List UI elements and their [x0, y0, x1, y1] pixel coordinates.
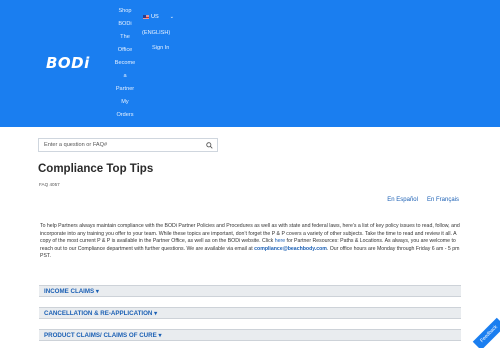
chevron-down-icon: ⌄ [169, 14, 174, 20]
faq-search [38, 138, 218, 152]
language-name[interactable]: (ENGLISH) [142, 30, 170, 36]
language-code: US [151, 14, 159, 20]
spanish-link[interactable]: En Español [387, 197, 418, 203]
french-link[interactable]: En Français [427, 197, 459, 203]
nav-item[interactable]: Shop [118, 5, 131, 18]
sign-in-link[interactable]: Sign In [152, 45, 169, 51]
article-body: To help Partners always maintain complia… [40, 223, 462, 261]
site-header: BODi Shop BODi The Office Become a Partn… [0, 0, 500, 127]
compliance-email-link[interactable]: compliance@beachbody.com [254, 246, 327, 252]
nav-item[interactable]: BODi [118, 18, 131, 31]
accordion-title: INCOME CLAIMS ▾ [44, 287, 100, 295]
main-nav: Shop BODi The Office Become a Partner My… [113, 5, 137, 122]
nav-item[interactable]: My [121, 96, 128, 109]
nav-item[interactable]: Office [118, 44, 133, 57]
language-selector[interactable]: US ⌄ [143, 14, 174, 20]
nav-item[interactable]: The [120, 31, 130, 44]
accordion-title: CANCELLATION & RE-APPLICATION ▾ [44, 309, 158, 317]
search-input[interactable] [39, 139, 204, 151]
page-title: Compliance Top Tips [38, 163, 154, 175]
nav-item[interactable]: Orders [116, 109, 133, 122]
feedback-tab[interactable]: Feedback [472, 317, 500, 348]
accordion-income-claims[interactable]: INCOME CLAIMS ▾ [39, 285, 461, 297]
nav-item[interactable]: Become [115, 57, 136, 70]
accordion-product-claims[interactable]: PRODUCT CLAIMS/ CLAIMS OF CURE ▾ [39, 329, 461, 341]
logo-text: BODi [46, 54, 90, 72]
bodi-logo[interactable]: BODi [46, 54, 90, 72]
accordion-title: PRODUCT CLAIMS/ CLAIMS OF CURE ▾ [44, 331, 162, 339]
partner-resources-link[interactable]: here [275, 238, 285, 244]
us-flag-icon [143, 15, 149, 19]
search-icon[interactable] [204, 139, 214, 151]
nav-item[interactable]: Partner [116, 83, 134, 96]
faq-number: FAQ 4057 [39, 182, 60, 187]
accordion-cancellation[interactable]: CANCELLATION & RE-APPLICATION ▾ [39, 307, 461, 319]
translation-links: En Español En Français [387, 197, 459, 203]
nav-item[interactable]: a [123, 70, 126, 83]
